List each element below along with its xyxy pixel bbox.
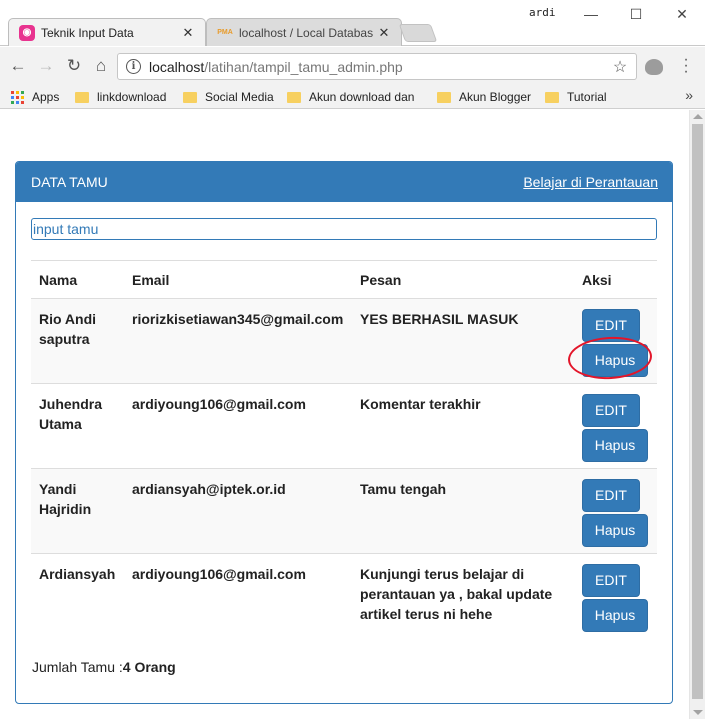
cell-pesan: YES BERHASIL MASUK [352,298,574,384]
extension-icon[interactable] [645,59,663,75]
url-host: localhost [149,58,205,75]
address-bar[interactable]: i localhost/latihan/tampil_tamu_admin.ph… [117,53,637,80]
browser-toolbar: ← → ↻ ⌂ i localhost/latihan/tampil_tamu_… [0,47,705,85]
table-row: Juhendra Utama ardiyoung106@gmail.com Ko… [31,383,657,469]
edit-button[interactable]: EDIT [582,564,640,597]
back-arrow-icon[interactable]: ← [8,56,28,76]
bookmarks-bar: Apps linkdownload Social Media Akun down… [0,85,705,109]
cell-nama: Rio Andi saputra [31,298,124,384]
bookmark-star-icon[interactable]: ☆ [610,57,630,77]
bookmark-akun-download[interactable]: Akun download dan [287,88,414,106]
close-tab-icon[interactable]: ✕ [181,25,195,41]
page-viewport: DATA TAMU Belajar di Perantauan Nama Ema… [0,110,689,719]
cell-nama: Ardiansyah [31,553,124,639]
hapus-button[interactable]: Hapus [582,599,648,632]
column-header-aksi: Aksi [574,260,657,299]
column-header-email: Email [124,260,352,299]
apps-grid-icon [11,90,24,104]
bookmark-akun-blogger[interactable]: Akun Blogger [437,88,531,106]
guest-count-label: Jumlah Tamu : [32,659,123,675]
panel-title: DATA TAMU [31,174,108,190]
reload-icon[interactable]: ↻ [64,56,84,76]
url-path: /latihan/tampil_tamu_admin.php [204,58,403,75]
hapus-button[interactable]: Hapus [582,429,648,462]
phpmyadmin-favicon-icon: PMA [217,29,233,36]
scrollbar-thumb[interactable] [692,124,703,699]
new-tab-button[interactable] [398,24,438,42]
cell-aksi: EDIT Hapus [574,553,657,639]
bookmark-label: Apps [32,90,60,104]
bookmark-label: Akun download dan [309,90,415,104]
guest-count: Jumlah Tamu :4 Orang [32,659,176,675]
bookmark-apps[interactable]: Apps [11,88,59,106]
cell-aksi: EDIT Hapus [574,383,657,469]
cell-pesan: Komentar terakhir [352,383,574,469]
edit-button[interactable]: EDIT [582,394,640,427]
tab-teknik-input-data[interactable]: ◉ Teknik Input Data ✕ [8,18,206,46]
guest-table: Nama Email Pesan Aksi Rio Andi saputra r… [31,260,657,639]
folder-icon [287,91,301,103]
tab-title: Teknik Input Data [41,25,134,40]
hapus-button[interactable]: Hapus [582,344,648,377]
cell-pesan: Kunjungi terus belajar di perantauan ya … [352,553,574,639]
cell-aksi: EDIT Hapus [566,298,657,384]
browser-titlebar: ◉ Teknik Input Data ✕ PMA localhost / Lo… [0,0,705,46]
bookmark-label: Akun Blogger [459,90,532,104]
cell-email: riorizkisetiawan345@gmail.com [124,298,352,384]
cell-nama: Yandi Hajridin [31,468,124,554]
table-header-row: Nama Email Pesan Aksi [31,260,657,299]
hapus-wrapper: Hapus [566,334,654,382]
cell-pesan: Tamu tengah [352,468,574,554]
cell-aksi: EDIT Hapus [574,468,657,554]
bookmark-label: Social Media [205,90,274,104]
data-tamu-panel: DATA TAMU Belajar di Perantauan Nama Ema… [15,161,673,704]
edit-button[interactable]: EDIT [582,479,640,512]
folder-icon [545,91,559,103]
bookmarks-overflow-icon[interactable]: » [685,87,693,103]
column-header-nama: Nama [31,260,124,299]
scroll-up-arrow-icon[interactable] [693,114,703,119]
site-favicon-icon: ◉ [19,24,35,41]
edit-button[interactable]: EDIT [582,309,640,342]
tab-title: localhost / Local Databas [239,25,374,40]
panel-heading: DATA TAMU Belajar di Perantauan [16,162,672,202]
close-window-icon[interactable]: ✕ [667,4,697,24]
cell-email: ardiyoung106@gmail.com [124,383,352,469]
site-info-icon[interactable]: i [126,59,141,74]
cell-email: ardiansyah@iptek.or.id [124,468,352,554]
cell-email: ardiyoung106@gmail.com [124,553,352,639]
bookmark-linkdownload[interactable]: linkdownload [75,88,166,106]
cell-nama: Juhendra Utama [31,383,124,469]
search-input[interactable] [31,218,657,240]
window-user-label: ardi [529,6,556,19]
guest-count-value: 4 Orang [122,659,176,675]
hapus-button[interactable]: Hapus [582,514,648,547]
close-tab-icon[interactable]: ✕ [377,25,391,41]
belajar-di-perantauan-link[interactable]: Belajar di Perantauan [523,174,658,190]
minimize-icon[interactable]: — [576,4,606,24]
home-icon[interactable]: ⌂ [91,56,111,76]
table-row: Rio Andi saputra riorizkisetiawan345@gma… [31,298,657,384]
address-url[interactable]: localhost/latihan/tampil_tamu_admin.php [149,59,610,75]
table-row: Ardiansyah ardiyoung106@gmail.com Kunjun… [31,553,657,639]
bookmark-tutorial[interactable]: Tutorial [545,88,607,106]
scroll-down-arrow-icon[interactable] [693,710,703,715]
bookmark-label: linkdownload [97,90,167,104]
column-header-pesan: Pesan [352,260,574,299]
folder-icon [437,91,451,103]
table-row: Yandi Hajridin ardiansyah@iptek.or.id Ta… [31,468,657,554]
folder-icon [75,91,89,103]
browser-menu-icon[interactable]: · · · [680,52,692,80]
bookmark-label: Tutorial [567,90,607,104]
forward-arrow-icon[interactable]: → [36,56,56,76]
tab-localhost-database[interactable]: PMA localhost / Local Databas ✕ [206,18,402,46]
page-scrollbar[interactable] [689,110,705,719]
bookmark-social-media[interactable]: Social Media [183,88,274,106]
maximize-icon[interactable]: ☐ [621,4,651,24]
folder-icon [183,91,197,103]
